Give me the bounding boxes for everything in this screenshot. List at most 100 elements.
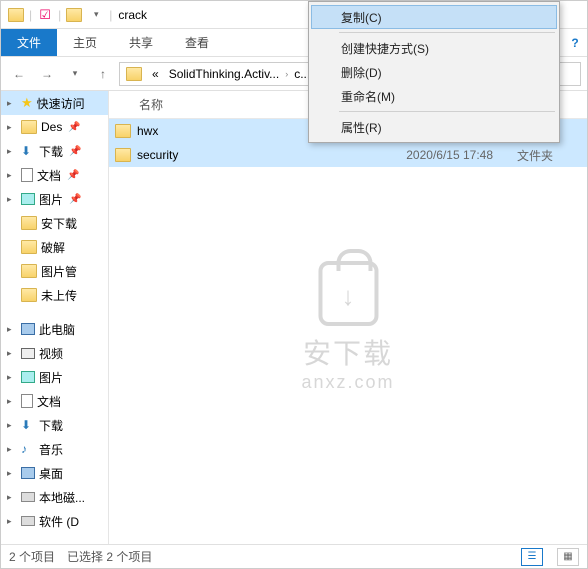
- main: ▸ ★ 快速访问 ▸Des📌 ▸⬇下载📌 ▸文档📌 ▸图片📌 安下载 破解 图片…: [1, 91, 587, 544]
- folder-icon: [21, 240, 37, 254]
- sidebar-quick-access[interactable]: ▸ ★ 快速访问: [1, 91, 108, 115]
- document-icon: [21, 394, 33, 408]
- sidebar-item-label: 下载: [39, 417, 63, 434]
- sep: |: [58, 8, 61, 22]
- chevron-right-icon: ▸: [7, 516, 17, 527]
- recent-dropdown[interactable]: ▾: [63, 62, 87, 86]
- dropdown-icon[interactable]: ▾: [88, 7, 104, 23]
- sidebar-item[interactable]: ▸♪音乐: [1, 437, 108, 461]
- sidebar-item[interactable]: ▸ 本地磁...: [1, 485, 108, 509]
- sidebar-item-label: 视频: [39, 345, 63, 362]
- download-icon: ⬇: [21, 418, 35, 432]
- folder-icon: [122, 67, 146, 81]
- ctx-copy[interactable]: 复制(C): [311, 5, 557, 29]
- ctx-rename[interactable]: 重命名(M): [311, 84, 557, 108]
- folder-icon: [21, 264, 37, 278]
- folder-icon: [8, 7, 24, 23]
- statusbar: 2 个项目 已选择 2 个项目 ☰ ▦: [1, 544, 587, 568]
- sidebar-item[interactable]: 破解: [1, 235, 108, 259]
- sidebar-item[interactable]: 未上传: [1, 283, 108, 307]
- desktop-icon: [21, 467, 35, 479]
- folder-icon: [21, 120, 37, 134]
- sidebar-item-label: 快速访问: [37, 95, 85, 112]
- star-icon: ★: [21, 95, 33, 111]
- video-icon: [21, 348, 35, 359]
- sidebar-item-label: 图片管: [41, 263, 77, 280]
- sidebar-item-label: 桌面: [39, 465, 63, 482]
- sidebar-item-label: 本地磁...: [39, 489, 85, 506]
- ctx-delete[interactable]: 删除(D): [311, 60, 557, 84]
- pin-icon: 📌: [68, 122, 80, 133]
- help-icon[interactable]: ?: [563, 29, 587, 56]
- sidebar-item-label: 文档: [37, 393, 61, 410]
- sidebar-this-pc[interactable]: ▸ 此电脑: [1, 317, 108, 341]
- status-item-count: 2 个项目: [9, 548, 55, 565]
- chevron-right-icon: ▸: [7, 492, 17, 503]
- chevron-right-icon: ▸: [7, 194, 17, 205]
- file-date: 2020/6/15 17:48: [363, 148, 493, 162]
- chevron-right-icon: ▸: [7, 146, 17, 157]
- tab-share[interactable]: 共享: [113, 29, 169, 56]
- status-selected-count: 已选择 2 个项目: [67, 548, 152, 565]
- pin-icon: 📌: [67, 170, 79, 181]
- sep: |: [29, 8, 32, 22]
- pc-icon: [21, 323, 35, 335]
- file-name: security: [137, 148, 357, 162]
- sidebar-item[interactable]: 图片管: [1, 259, 108, 283]
- pin-icon: 📌: [69, 146, 81, 157]
- sidebar-item[interactable]: ▸ ⬇ 下载: [1, 413, 108, 437]
- sidebar-item[interactable]: ▸⬇下载📌: [1, 139, 108, 163]
- folder-icon: [21, 216, 37, 230]
- sidebar-item[interactable]: ▸图片: [1, 365, 108, 389]
- context-menu: 复制(C) 创建快捷方式(S) 删除(D) 重命名(M) 属性(R): [308, 1, 560, 143]
- sidebar-item-label: 安下载: [41, 215, 77, 232]
- table-row[interactable]: security 2020/6/15 17:48 文件夹: [109, 143, 587, 167]
- sidebar-item-label: 破解: [41, 239, 65, 256]
- tab-home[interactable]: 主页: [57, 29, 113, 56]
- sidebar-item-label: 此电脑: [39, 321, 75, 338]
- tab-file[interactable]: 文件: [1, 29, 57, 56]
- chevron-right-icon: ▸: [7, 324, 17, 335]
- document-icon: [21, 168, 33, 182]
- folder-icon: [115, 124, 131, 138]
- music-icon: ♪: [21, 442, 35, 456]
- file-type: 文件夹: [499, 147, 553, 164]
- up-button[interactable]: ↑: [91, 62, 115, 86]
- menu-separator: [339, 32, 555, 33]
- chevron-right-icon: ▸: [7, 372, 17, 383]
- sidebar-item[interactable]: ▸桌面: [1, 461, 108, 485]
- sidebar-item-label: 图片: [39, 191, 63, 208]
- sidebar-item[interactable]: 安下载: [1, 211, 108, 235]
- view-details-button[interactable]: ☰: [521, 548, 543, 566]
- chevron-right-icon[interactable]: ›: [285, 69, 288, 79]
- check-icon[interactable]: ☑: [37, 7, 53, 23]
- content-pane: 名称 hwx 2020/6/15 17:48 文件夹 security 2020…: [109, 91, 587, 544]
- sidebar-item[interactable]: ▸ 视频: [1, 341, 108, 365]
- breadcrumb-1[interactable]: SolidThinking.Activ...: [165, 67, 284, 81]
- sidebar-item[interactable]: ▸软件 (D: [1, 509, 108, 533]
- chevron-right-icon: ▸: [7, 98, 17, 109]
- disk-icon: [21, 516, 35, 526]
- tab-view[interactable]: 查看: [169, 29, 225, 56]
- sep: |: [109, 8, 112, 22]
- back-button[interactable]: ←: [7, 62, 31, 86]
- sidebar-item[interactable]: ▸图片📌: [1, 187, 108, 211]
- file-list: hwx 2020/6/15 17:48 文件夹 security 2020/6/…: [109, 119, 587, 544]
- menu-separator: [339, 111, 555, 112]
- window-title: crack: [114, 8, 147, 22]
- folder-icon: [21, 288, 37, 302]
- chevron-right-icon: ▸: [7, 420, 17, 431]
- chevron-right-icon: ▸: [7, 348, 17, 359]
- folder-icon: [66, 7, 82, 23]
- sidebar-item[interactable]: ▸ 文档: [1, 389, 108, 413]
- crumb-prefix[interactable]: «: [148, 67, 163, 81]
- sidebar-item[interactable]: ▸Des📌: [1, 115, 108, 139]
- forward-button[interactable]: →: [35, 62, 59, 86]
- ctx-create-shortcut[interactable]: 创建快捷方式(S): [311, 36, 557, 60]
- chevron-right-icon: ▸: [7, 444, 17, 455]
- chevron-right-icon: ▸: [7, 396, 17, 407]
- ctx-properties[interactable]: 属性(R): [311, 115, 557, 139]
- sidebar-item[interactable]: ▸文档📌: [1, 163, 108, 187]
- view-icons-button[interactable]: ▦: [557, 548, 579, 566]
- chevron-right-icon: ▸: [7, 122, 17, 133]
